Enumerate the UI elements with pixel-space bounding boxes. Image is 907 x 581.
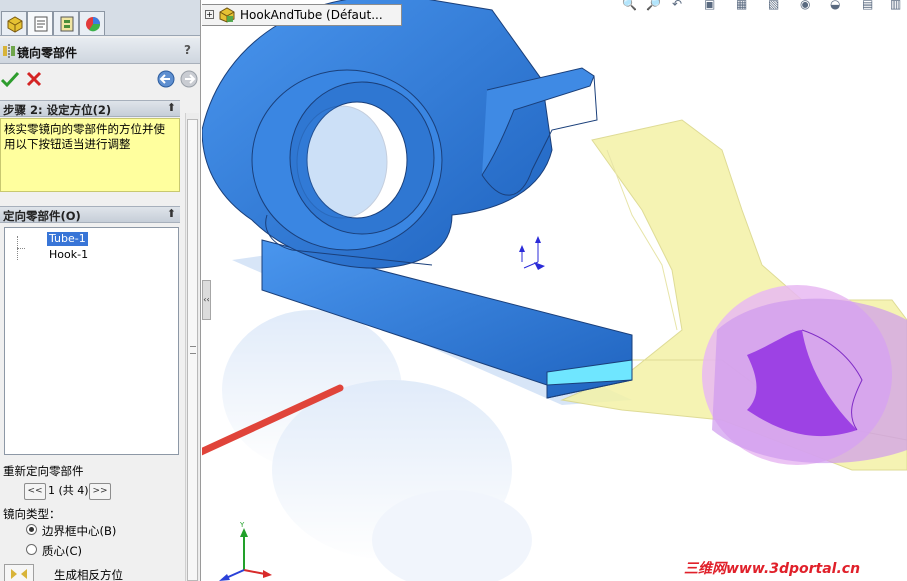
list-item[interactable]: Tube-1: [47, 232, 88, 246]
hide-show-icon[interactable]: ◉: [800, 0, 810, 11]
scrollbar-grip: [190, 346, 196, 354]
original-tube: [202, 0, 598, 269]
message-line-1: 核实零镜向的零部件的方位并使: [4, 122, 165, 136]
tab-property-manager[interactable]: [27, 11, 53, 35]
property-manager-header: 镜向零部件 ?: [0, 38, 200, 64]
generate-opposite-button[interactable]: [4, 564, 34, 581]
reorient-label: 重新定向零部件: [3, 464, 84, 478]
list-item[interactable]: Hook-1: [47, 248, 90, 262]
help-icon[interactable]: ?: [184, 43, 191, 57]
tab-feature-manager[interactable]: [1, 11, 27, 35]
graphics-viewport[interactable]: Y 🔍 🔎 ↶ ▣ ▦ ▧ ◉ ◒ ▤ ▥ + HookAndTube (Déf…: [202, 0, 907, 581]
step2-group-title: 步骤 2: 设定方位(2): [3, 103, 112, 117]
watermark-text: 三维网www.3dportal.cn: [684, 561, 861, 577]
next-orientation-button[interactable]: >>: [89, 483, 111, 500]
cancel-x-icon[interactable]: [24, 69, 44, 89]
flyout-feature-tree[interactable]: + HookAndTube (Défaut...: [202, 4, 402, 26]
mirror-type-label: 镜向类型：: [3, 507, 61, 521]
panel-scrollbar[interactable]: [185, 113, 199, 581]
collapse-icon[interactable]: ⬆: [167, 101, 176, 114]
property-icon: [34, 16, 48, 32]
origin-triad-icon: [519, 236, 545, 270]
radio-button[interactable]: [26, 524, 37, 535]
orient-components-list[interactable]: Tube-1 Hook-1: [4, 227, 179, 455]
display-style-icon[interactable]: ▧: [768, 0, 779, 11]
zoom-fit-icon[interactable]: 🔍: [622, 0, 637, 11]
step2-group-header[interactable]: 步骤 2: 设定方位(2) ⬆: [0, 100, 180, 117]
scrollbar-thumb[interactable]: [187, 119, 198, 581]
generate-opposite-label: 生成相反方位: [54, 568, 123, 581]
svg-text:Y: Y: [239, 521, 245, 529]
collapse-icon[interactable]: ⬆: [167, 207, 176, 220]
orient-group-title: 定向零部件(O): [3, 209, 81, 223]
scene-icon[interactable]: ▤: [862, 0, 873, 11]
panel-collapse-handle[interactable]: ‹‹: [202, 280, 211, 320]
next-arrow-icon[interactable]: [179, 69, 199, 89]
previous-view-icon[interactable]: ↶: [672, 0, 682, 11]
view-settings-icon[interactable]: ▥: [890, 0, 901, 11]
axis-triad: Y: [219, 521, 272, 581]
zoom-area-icon[interactable]: 🔎: [646, 0, 661, 11]
manager-tab-bar: [0, 0, 200, 36]
back-arrow-icon[interactable]: [156, 69, 176, 89]
assembly-icon: [219, 7, 235, 23]
confirm-row: [0, 65, 200, 93]
property-manager-panel: 镜向零部件 ? 步骤 2: 设定方位(2) ⬆ 核实零镜向的零部件的方位并使 用…: [0, 0, 201, 581]
tree-connector: [17, 248, 25, 249]
page-title: 镜向零部件: [17, 46, 78, 60]
section-view-icon[interactable]: ▣: [704, 0, 715, 11]
radio-button[interactable]: [26, 544, 37, 555]
mirror-components-icon: [3, 44, 15, 58]
display-manager-icon: [86, 17, 101, 32]
expand-icon[interactable]: +: [205, 10, 214, 19]
view-orientation-icon[interactable]: ▦: [736, 0, 747, 11]
configuration-icon: [60, 16, 74, 32]
opposite-hand-icon: [11, 569, 27, 579]
orientation-page-indicator: 1 (共 4): [48, 484, 89, 497]
appearance-icon[interactable]: ◒: [830, 0, 840, 11]
radio-label: 质心(C): [42, 544, 83, 558]
ok-check-icon[interactable]: [0, 69, 20, 89]
tab-configuration-manager[interactable]: [53, 11, 79, 35]
radio-label: 边界框中心(B): [42, 524, 117, 538]
orient-group-header[interactable]: 定向零部件(O) ⬆: [0, 206, 180, 223]
assembly-name: HookAndTube (Défaut...: [240, 8, 383, 22]
feature-tree-icon: [7, 16, 23, 33]
mirrored-tube: [702, 285, 907, 465]
prev-orientation-button[interactable]: <<: [24, 483, 46, 500]
heads-up-toolbar: 🔍 🔎 ↶ ▣ ▦ ▧ ◉ ◒ ▤ ▥: [622, 0, 907, 12]
instruction-message: 核实零镜向的零部件的方位并使 用以下按钮适当进行调整: [0, 118, 180, 192]
tab-display-manager[interactable]: [79, 11, 105, 35]
model-view[interactable]: Y: [202, 0, 907, 581]
message-line-2: 用以下按钮适当进行调整: [4, 137, 131, 151]
